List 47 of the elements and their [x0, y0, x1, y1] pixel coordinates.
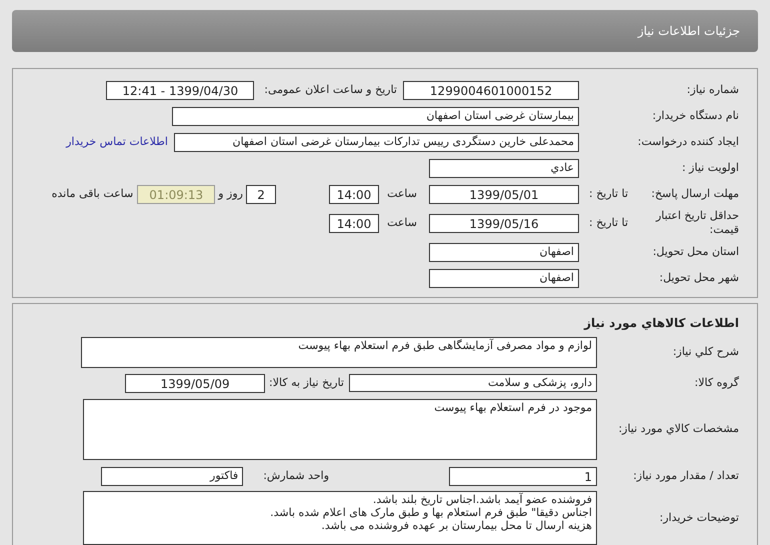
field-label: اولویت نیاز :	[682, 160, 739, 174]
field-label: استان محل تحویل:	[652, 244, 739, 258]
field-label: ایجاد کننده درخواست:	[638, 134, 739, 148]
field-value: 1399/04/30 - 12:41	[106, 80, 254, 100]
field-value: محمدعلی خارین دستگردی رییس تدارکات بیمارستان غرضی استان اصفهان	[174, 132, 579, 152]
field-label: مهلت ارسال پاسخ:	[651, 186, 739, 202]
field-value: موجود در فرم استعلام بهاء پیوست	[83, 398, 597, 460]
field-value: 1	[449, 466, 597, 486]
field-value: لوازم و مواد مصرفی آزمایشگاهی طبق فرم استعلام بهاء پیوست	[81, 336, 597, 368]
field-label: ساعت	[386, 186, 417, 202]
field-label: تا تاریخ :	[589, 214, 628, 231]
field-value: فاکتور	[101, 466, 244, 486]
field-label: تاریخ و ساعت اعلان عمومی:	[264, 82, 397, 98]
field-label: تاریخ نیاز به کالا:	[269, 374, 344, 391]
field-label: گروه کالا:	[694, 376, 739, 389]
countdown-value: 01:09:13	[137, 184, 216, 204]
page-title: جزئیات اطلاعات نیاز	[638, 23, 740, 40]
field-label: نام دستگاه خریدار:	[652, 108, 739, 122]
field-label: توضیحات خریدار:	[660, 510, 739, 524]
field-value: 14:00	[329, 214, 379, 232]
field-label: تعداد / مقدار مورد نیاز:	[633, 468, 739, 482]
field-value: 14:00	[329, 184, 379, 204]
field-value: اصفهان	[429, 268, 579, 288]
field-label: ساعت	[386, 214, 417, 231]
field-label: حداقل تاریخ اعتبار قیمت:	[654, 209, 739, 237]
field-value: 1399/05/09	[125, 374, 266, 392]
field-label: تا تاریخ :	[589, 186, 628, 202]
section-title: اطلاعات کالاهاي مورد نياز	[582, 315, 739, 332]
buyer-contact-link[interactable]: اطلاعات تماس خریدار	[66, 134, 168, 150]
field-label: شماره نیاز:	[686, 82, 739, 96]
field-label: روز و	[218, 186, 243, 202]
field-value: اصفهان	[429, 242, 579, 262]
notes-line: اجناس دقیقا" طبق فرم استعلام بها و طبق مارک های اعلام شده باشد.	[269, 506, 592, 519]
notes-line: فروشنده عضو آیمد باشد.اجناس تاریخ بلند باشد.	[372, 493, 592, 506]
field-label: مشخصات کالاي مورد نياز:	[618, 422, 739, 435]
field-label: ساعت باقی مانده	[52, 186, 134, 202]
field-value: 1399/05/16	[429, 214, 579, 232]
notes-line: هزینه ارسال تا محل بیمارستان بر عهده فروشنده می باشد.	[320, 519, 592, 532]
field-value: 2	[246, 184, 276, 204]
field-value: بیمارستان غرضی استان اصفهان	[172, 106, 579, 126]
field-value: دارو، پزشکی و سلامت	[349, 374, 597, 392]
field-value: عادي	[429, 158, 579, 178]
field-value: 1399/05/01	[429, 184, 579, 204]
field-label: شرح کلي نياز:	[672, 344, 739, 358]
field-label: واحد شمارش:	[263, 468, 329, 484]
field-value: 1299004601000152	[403, 80, 579, 100]
field-label: شهر محل تحویل:	[659, 270, 739, 284]
